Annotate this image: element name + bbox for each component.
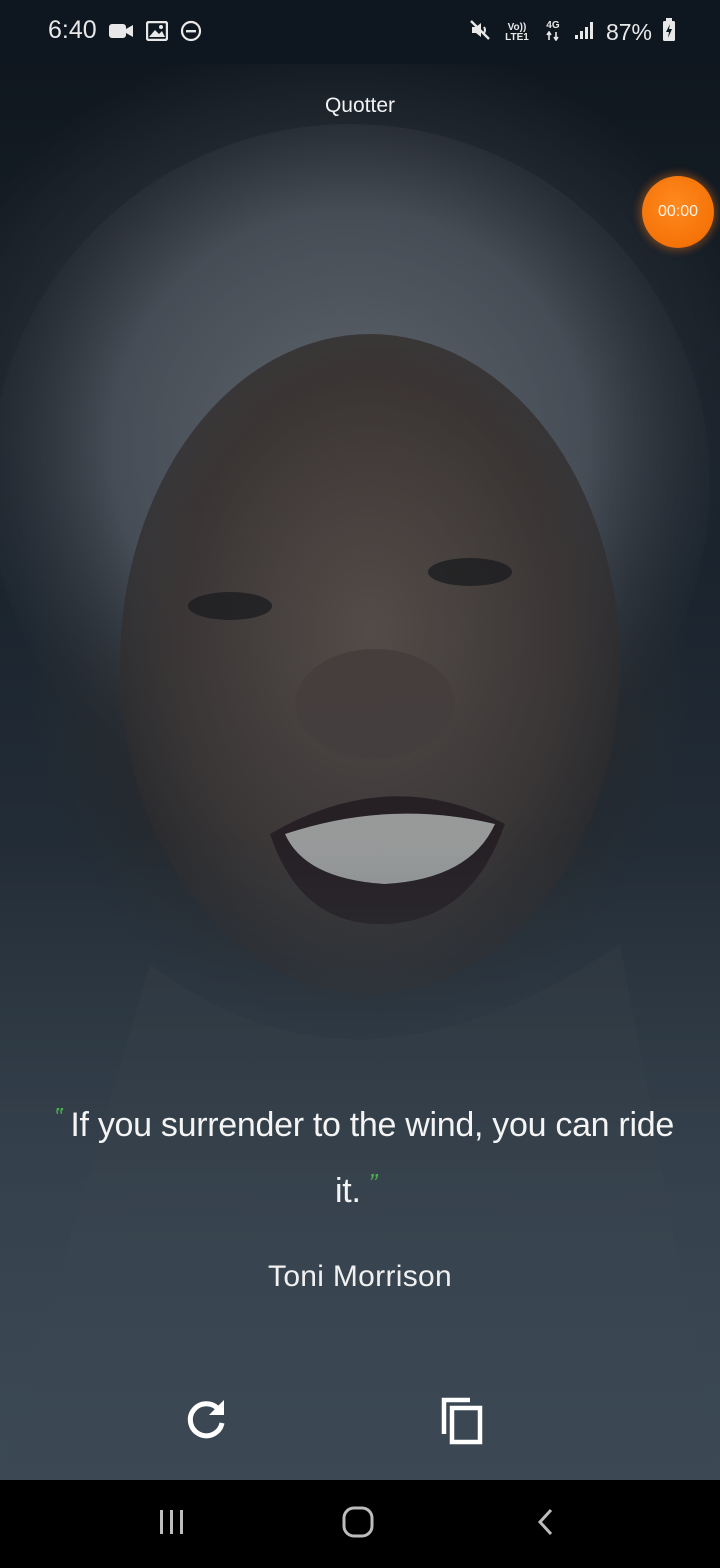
image-icon — [145, 20, 169, 46]
network-type: 4G — [542, 21, 564, 44]
back-icon — [535, 1507, 557, 1542]
back-button[interactable] — [524, 1504, 568, 1544]
status-time: 6:40 — [48, 16, 97, 44]
status-bar: 6:40 Vo)) LTE1 4G 87% — [0, 0, 720, 64]
do-not-disturb-icon — [180, 20, 202, 47]
navigation-bar — [0, 1480, 720, 1568]
refresh-button[interactable] — [178, 1394, 234, 1450]
close-quote-mark: ” — [368, 1168, 378, 1198]
app-title: Quotter — [324, 94, 396, 117]
status-left-icons — [108, 20, 202, 47]
copy-button[interactable] — [434, 1394, 490, 1450]
signal-icon — [574, 20, 596, 45]
timer-button[interactable]: 00:00 — [642, 176, 714, 248]
home-button[interactable] — [336, 1504, 380, 1544]
network-label: 4G — [546, 20, 560, 31]
copy-icon — [438, 1394, 486, 1451]
recents-icon — [157, 1508, 187, 1541]
quote-author: Toni Morrison — [268, 1260, 452, 1293]
mute-icon — [468, 18, 492, 47]
video-camera-icon — [108, 21, 134, 46]
battery-percent: 87% — [605, 19, 652, 45]
refresh-icon — [182, 1396, 230, 1449]
quote-screen: Quotter 00:00 ‟ If you surrender to the w… — [0, 64, 720, 1480]
volte-indicator: Vo)) LTE1 — [505, 21, 529, 43]
battery-charging-icon — [662, 18, 676, 47]
quote-block: ‟ If you surrender to the wind, you can r… — [40, 1092, 680, 1224]
quote-text-container: ‟ If you surrender to the wind, you can r… — [40, 1092, 680, 1224]
recents-button[interactable] — [150, 1504, 194, 1544]
home-icon — [341, 1505, 375, 1544]
open-quote-mark: ‟ — [54, 1102, 63, 1132]
status-right-icons: Vo)) LTE1 4G 87% — [468, 18, 676, 47]
